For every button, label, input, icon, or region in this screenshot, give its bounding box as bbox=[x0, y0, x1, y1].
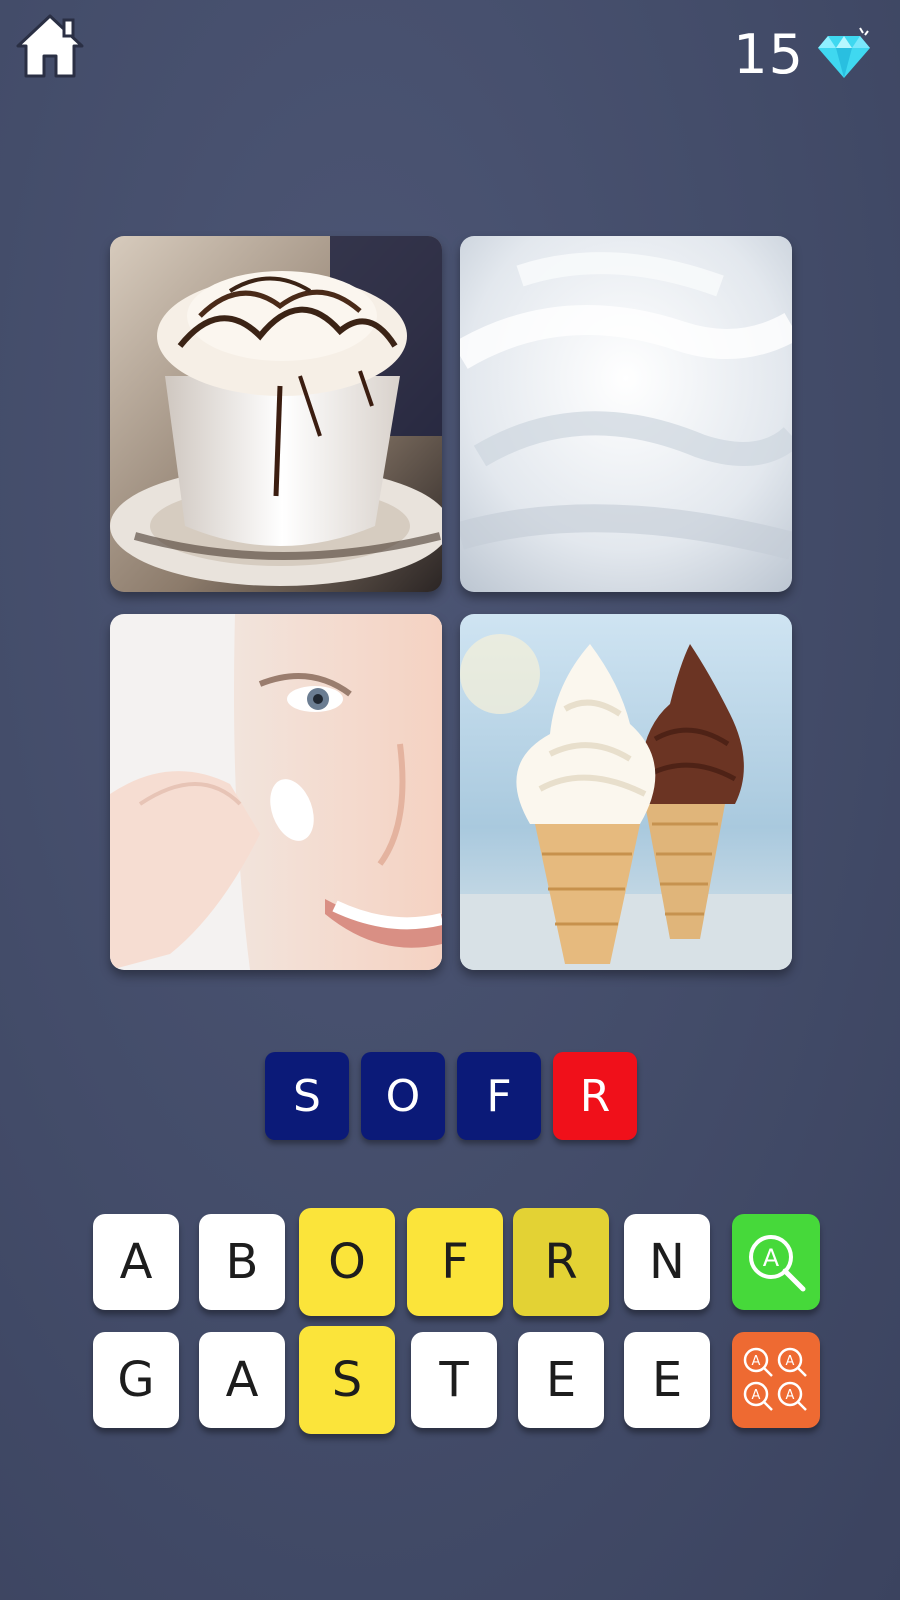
reveal-letter-hint-button[interactable]: A bbox=[732, 1214, 820, 1310]
multi-magnifier-icon: A A A A bbox=[743, 1347, 807, 1411]
photo-white-fur[interactable] bbox=[460, 236, 792, 592]
svg-text:A: A bbox=[786, 1354, 795, 1369]
svg-text:A: A bbox=[752, 1354, 761, 1369]
remove-letters-hint-button[interactable]: A A A A bbox=[732, 1332, 820, 1428]
letter-tile[interactable]: E bbox=[624, 1332, 710, 1428]
letter-tile[interactable]: N bbox=[624, 1214, 710, 1310]
letter-tile[interactable]: E bbox=[518, 1332, 604, 1428]
letter-tile-used[interactable]: O bbox=[299, 1208, 395, 1316]
svg-text:A: A bbox=[763, 1244, 780, 1272]
photo-face-cream[interactable] bbox=[110, 614, 442, 970]
photo-coffee-whipped-cream[interactable] bbox=[110, 236, 442, 592]
magnifier-letter-icon: A bbox=[749, 1235, 806, 1292]
answer-row: S O F R bbox=[265, 1052, 637, 1140]
letter-tile-used[interactable]: S bbox=[299, 1326, 395, 1434]
letter-tile[interactable]: A bbox=[199, 1332, 285, 1428]
letter-tile-used[interactable]: F bbox=[407, 1208, 503, 1316]
photo-ice-cream-cones[interactable] bbox=[460, 614, 792, 970]
letter-tile[interactable]: B bbox=[199, 1214, 285, 1310]
svg-text:A: A bbox=[786, 1388, 795, 1403]
letter-tile[interactable]: A bbox=[93, 1214, 179, 1310]
letter-tile[interactable]: G bbox=[93, 1332, 179, 1428]
answer-slot-4[interactable]: R bbox=[553, 1052, 637, 1140]
answer-slot-2[interactable]: O bbox=[361, 1052, 445, 1140]
answer-slot-1[interactable]: S bbox=[265, 1052, 349, 1140]
home-button[interactable] bbox=[14, 12, 86, 80]
svg-text:A: A bbox=[752, 1388, 761, 1403]
gem-counter[interactable]: 15 bbox=[733, 22, 872, 86]
diamond-icon bbox=[818, 27, 870, 78]
gem-count: 15 bbox=[733, 22, 804, 86]
letter-tile-used[interactable]: R bbox=[513, 1208, 609, 1316]
photo-grid bbox=[110, 236, 792, 972]
home-icon bbox=[16, 14, 84, 78]
letter-tile[interactable]: T bbox=[411, 1332, 497, 1428]
answer-slot-3[interactable]: F bbox=[457, 1052, 541, 1140]
